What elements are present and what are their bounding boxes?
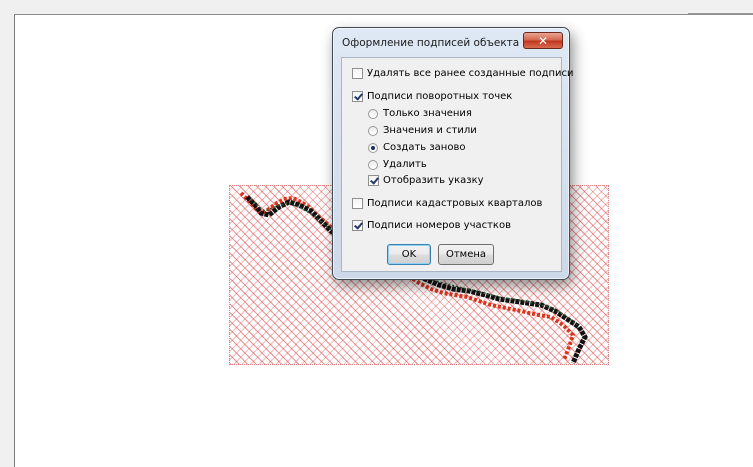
create-new-label: Создать заново <box>383 142 466 153</box>
create-new-radio[interactable] <box>368 142 378 153</box>
option-show-pointer[interactable]: Отобразить указку <box>368 175 484 186</box>
close-icon: ✕ <box>537 33 549 48</box>
delete-all-labels-label: Удалять все ранее созданные подписи <box>367 68 574 79</box>
option-parcel-numbers-labels[interactable]: Подписи номеров участков <box>352 220 511 231</box>
cadastral-quarters-labels-checkbox[interactable] <box>352 198 363 209</box>
dialog-title: Оформление подписей объекта з... <box>342 37 539 49</box>
radio-create-new[interactable]: Создать заново <box>368 142 465 153</box>
values-only-radio[interactable] <box>368 108 378 119</box>
radio-values-only[interactable]: Только значения <box>368 108 472 119</box>
radio-values-and-styles[interactable]: Значения и стили <box>368 125 477 136</box>
parcel-numbers-labels-checkbox[interactable] <box>352 220 363 231</box>
close-button[interactable]: ✕ <box>523 32 563 49</box>
show-pointer-label: Отобразить указку <box>383 175 484 186</box>
delete-label: Удалить <box>383 159 427 170</box>
label-settings-dialog: Оформление подписей объекта з... ✕ Удаля… <box>332 27 574 280</box>
values-only-label: Только значения <box>383 108 472 119</box>
option-turning-points-labels[interactable]: Подписи поворотных точек <box>352 91 512 102</box>
delete-radio[interactable] <box>368 159 378 170</box>
radio-delete[interactable]: Удалить <box>368 159 427 170</box>
delete-all-labels-checkbox[interactable] <box>352 68 363 79</box>
ok-button[interactable]: OK <box>387 244 431 265</box>
cadastral-quarters-labels-label: Подписи кадастровых кварталов <box>367 198 543 209</box>
turning-points-labels-label: Подписи поворотных точек <box>367 91 513 102</box>
cancel-button[interactable]: Отмена <box>438 244 494 265</box>
option-cadastral-quarters-labels[interactable]: Подписи кадастровых кварталов <box>352 198 542 209</box>
values-and-styles-label: Значения и стили <box>383 125 477 136</box>
option-delete-all-labels[interactable]: Удалять все ранее созданные подписи <box>352 68 574 79</box>
parcel-numbers-labels-label: Подписи номеров участков <box>367 220 511 231</box>
dialog-body: Удалять все ранее созданные подписи Подп… <box>341 57 574 272</box>
values-and-styles-radio[interactable] <box>368 125 378 136</box>
turning-points-labels-checkbox[interactable] <box>352 91 363 102</box>
show-pointer-checkbox[interactable] <box>368 175 379 186</box>
